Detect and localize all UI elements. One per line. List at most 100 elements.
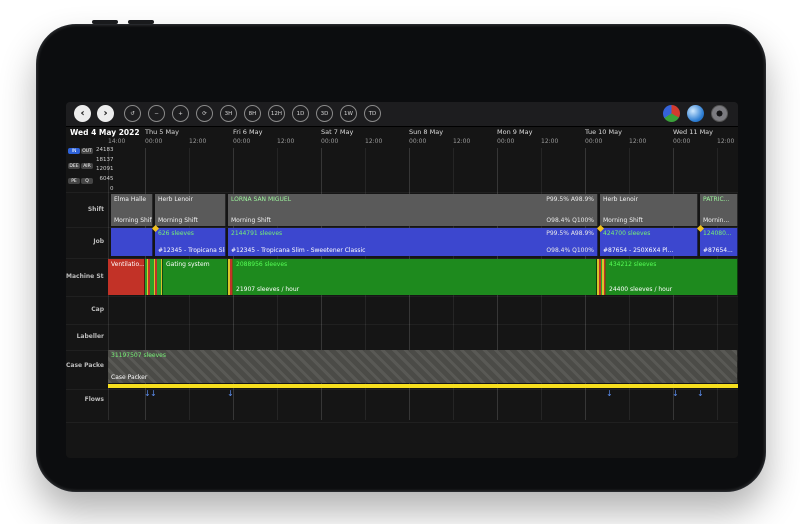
range-1d-button[interactable]: 1D (292, 105, 309, 122)
row-label-shift: Shift (66, 206, 104, 213)
tablet-frame: ‹ › ↺ − + ⟳ 3H 8H 12H 1D 3D 1W TD (36, 24, 766, 492)
flow-event-marker[interactable]: ↓ (672, 390, 679, 398)
time-tick: 12:00 (717, 138, 734, 145)
gantt-chart: IN OUT DEE AIR PE Q 24183 18137 12091 60… (66, 146, 738, 458)
axis-tick: 0 (110, 187, 114, 193)
row-label-job: Job (66, 238, 104, 245)
range-3d-label: 3D (321, 111, 329, 117)
job-bar[interactable]: 124080... #87654... (700, 228, 738, 256)
zoom-out-icon: − (154, 111, 159, 117)
day-label: Tue 10 May (585, 128, 673, 136)
shift-type: Mornin... (703, 217, 735, 224)
flow-event-marker[interactable]: ↓ (697, 390, 704, 398)
bar-text: Ventilatio... (108, 259, 144, 295)
axis-tick: 24183 (96, 148, 114, 154)
undo-icon: ↺ (130, 111, 135, 117)
settings-gear-icon[interactable] (711, 105, 728, 122)
sync-status-icon[interactable] (663, 105, 680, 122)
shift-operator: LORNA SAN MIGUEL (231, 196, 595, 203)
machine-run-bar[interactable]: 2088956 sleeves 21907 sleeves / hour (233, 259, 597, 295)
shift-bar[interactable]: Herb Lenoir Morning Shift (600, 194, 698, 226)
shift-kpi: P99.5% A98.9% (546, 196, 594, 203)
machine-state-bar[interactable]: Gating system (163, 259, 228, 295)
bar-text: Herb Lenoir Morning Shift (155, 194, 225, 226)
shift-bar[interactable]: PATRIC... Mornin... (700, 194, 738, 226)
zoom-out-button[interactable]: − (148, 105, 165, 122)
flow-event-marker[interactable]: ↓ (227, 390, 234, 398)
job-bar[interactable] (111, 228, 153, 256)
machine-fault-bar[interactable]: Ventilatio... (108, 259, 145, 295)
shift-operator: Herb Lenoir (603, 196, 695, 203)
flow-highlight-line (108, 384, 738, 388)
shift-bar[interactable]: Elma Halle Morning Shift (111, 194, 153, 226)
row-separator (66, 192, 738, 193)
run-quantity: 434212 sleeves (609, 261, 735, 268)
bar-text: 434212 sleeves 24400 sleeves / hour (606, 259, 737, 295)
range-1w-label: 1W (344, 111, 353, 117)
machine-state-stripes[interactable] (597, 259, 606, 295)
range-3h-button[interactable]: 3H (220, 105, 237, 122)
job-bar[interactable]: 424700 sleeves #87654 - 250X6X4 Pl... (600, 228, 698, 256)
legend-chip-q[interactable]: Q (81, 178, 93, 184)
bar-text: Elma Halle Morning Shift (111, 194, 152, 226)
flow-legend: IN OUT DEE AIR PE Q (68, 148, 93, 192)
bar-kpis: P99.5% A98.9% O98.4% Q100% (546, 228, 594, 256)
range-1w-button[interactable]: 1W (340, 105, 357, 122)
shift-type: Morning Shift (114, 217, 150, 224)
row-label-machine-state: Machine State (66, 273, 104, 280)
back-button[interactable]: ‹ (74, 105, 91, 122)
legend-chip-in[interactable]: IN (68, 148, 80, 154)
range-8h-label: 8H (249, 111, 257, 117)
axis-tick: 18137 (96, 158, 114, 164)
run-quantity: 2088956 sleeves (236, 261, 594, 268)
bar-text: Gating system (163, 259, 227, 295)
zoom-in-icon: + (178, 111, 183, 117)
legend-chip-out[interactable]: OUT (81, 148, 93, 154)
job-quantity: 124080... (703, 230, 735, 237)
machine-state-stripes[interactable] (145, 259, 163, 295)
job-bar[interactable]: 2144791 sleeves #12345 - Tropicana Slim … (228, 228, 598, 256)
day-label: Thu 5 May (145, 128, 233, 136)
shift-bar[interactable]: Herb Lenoir Morning Shift (155, 194, 226, 226)
globe-icon[interactable] (687, 105, 704, 122)
page: ‹ › ↺ − + ⟳ 3H 8H 12H 1D 3D 1W TD (0, 0, 800, 524)
bar-text: LORNA SAN MIGUEL Morning Shift (228, 194, 597, 226)
nav-button-group: ‹ › (74, 105, 114, 122)
legend-chip-pe[interactable]: PE (68, 178, 80, 184)
range-today-button[interactable]: TD (364, 105, 381, 122)
case-packer-bar[interactable]: 31197507 sleeves Case Packer (108, 350, 738, 383)
job-bar[interactable]: 626 sleeves #12345 - Tropicana Slim - Sw… (155, 228, 226, 256)
job-quantity: 2144791 sleeves (231, 230, 595, 237)
shift-bar[interactable]: LORNA SAN MIGUEL Morning Shift P99.5% A9… (228, 194, 598, 226)
zoom-in-button[interactable]: + (172, 105, 189, 122)
legend-chip-air[interactable]: AIR (81, 163, 93, 169)
time-tick: 12:00 (277, 138, 294, 145)
job-quantity: 626 sleeves (158, 230, 223, 237)
machine-run-bar[interactable]: 434212 sleeves 24400 sleeves / hour (606, 259, 738, 295)
job-name: #12345 - Tropicana Slim - Sweetener Clas… (231, 247, 595, 254)
row-label-case-packer: Case Packer (66, 362, 104, 369)
day-label: Sun 8 May (409, 128, 497, 136)
range-3d-button[interactable]: 3D (316, 105, 333, 122)
undo-button[interactable]: ↺ (124, 105, 141, 122)
forward-button[interactable]: › (97, 105, 114, 122)
row-label-labeller: Labeller (66, 333, 104, 340)
bar-text: 2088956 sleeves 21907 sleeves / hour (233, 259, 596, 295)
range-8h-button[interactable]: 8H (244, 105, 261, 122)
time-tick: 00:00 (233, 138, 250, 145)
bar-text: 124080... #87654... (700, 228, 737, 256)
bar-text: 2144791 sleeves #12345 - Tropicana Slim … (228, 228, 597, 256)
row-separator (66, 296, 738, 297)
flow-event-marker[interactable]: ↓ (150, 390, 157, 398)
legend-chip-dee[interactable]: DEE (68, 163, 80, 169)
range-12h-button[interactable]: 12H (268, 105, 285, 122)
shift-type: Morning Shift (231, 217, 595, 224)
machine-state-name: Gating system (166, 261, 225, 268)
bar-text: 424700 sleeves #87654 - 250X6X4 Pl... (600, 228, 697, 256)
job-quantity: 424700 sleeves (603, 230, 695, 237)
refresh-button[interactable]: ⟳ (196, 105, 213, 122)
back-icon: ‹ (80, 108, 84, 119)
day-label: Wed 11 May (673, 128, 738, 136)
flow-event-marker[interactable]: ↓ (606, 390, 613, 398)
job-kpi: P99.5% A98.9% (546, 230, 594, 237)
